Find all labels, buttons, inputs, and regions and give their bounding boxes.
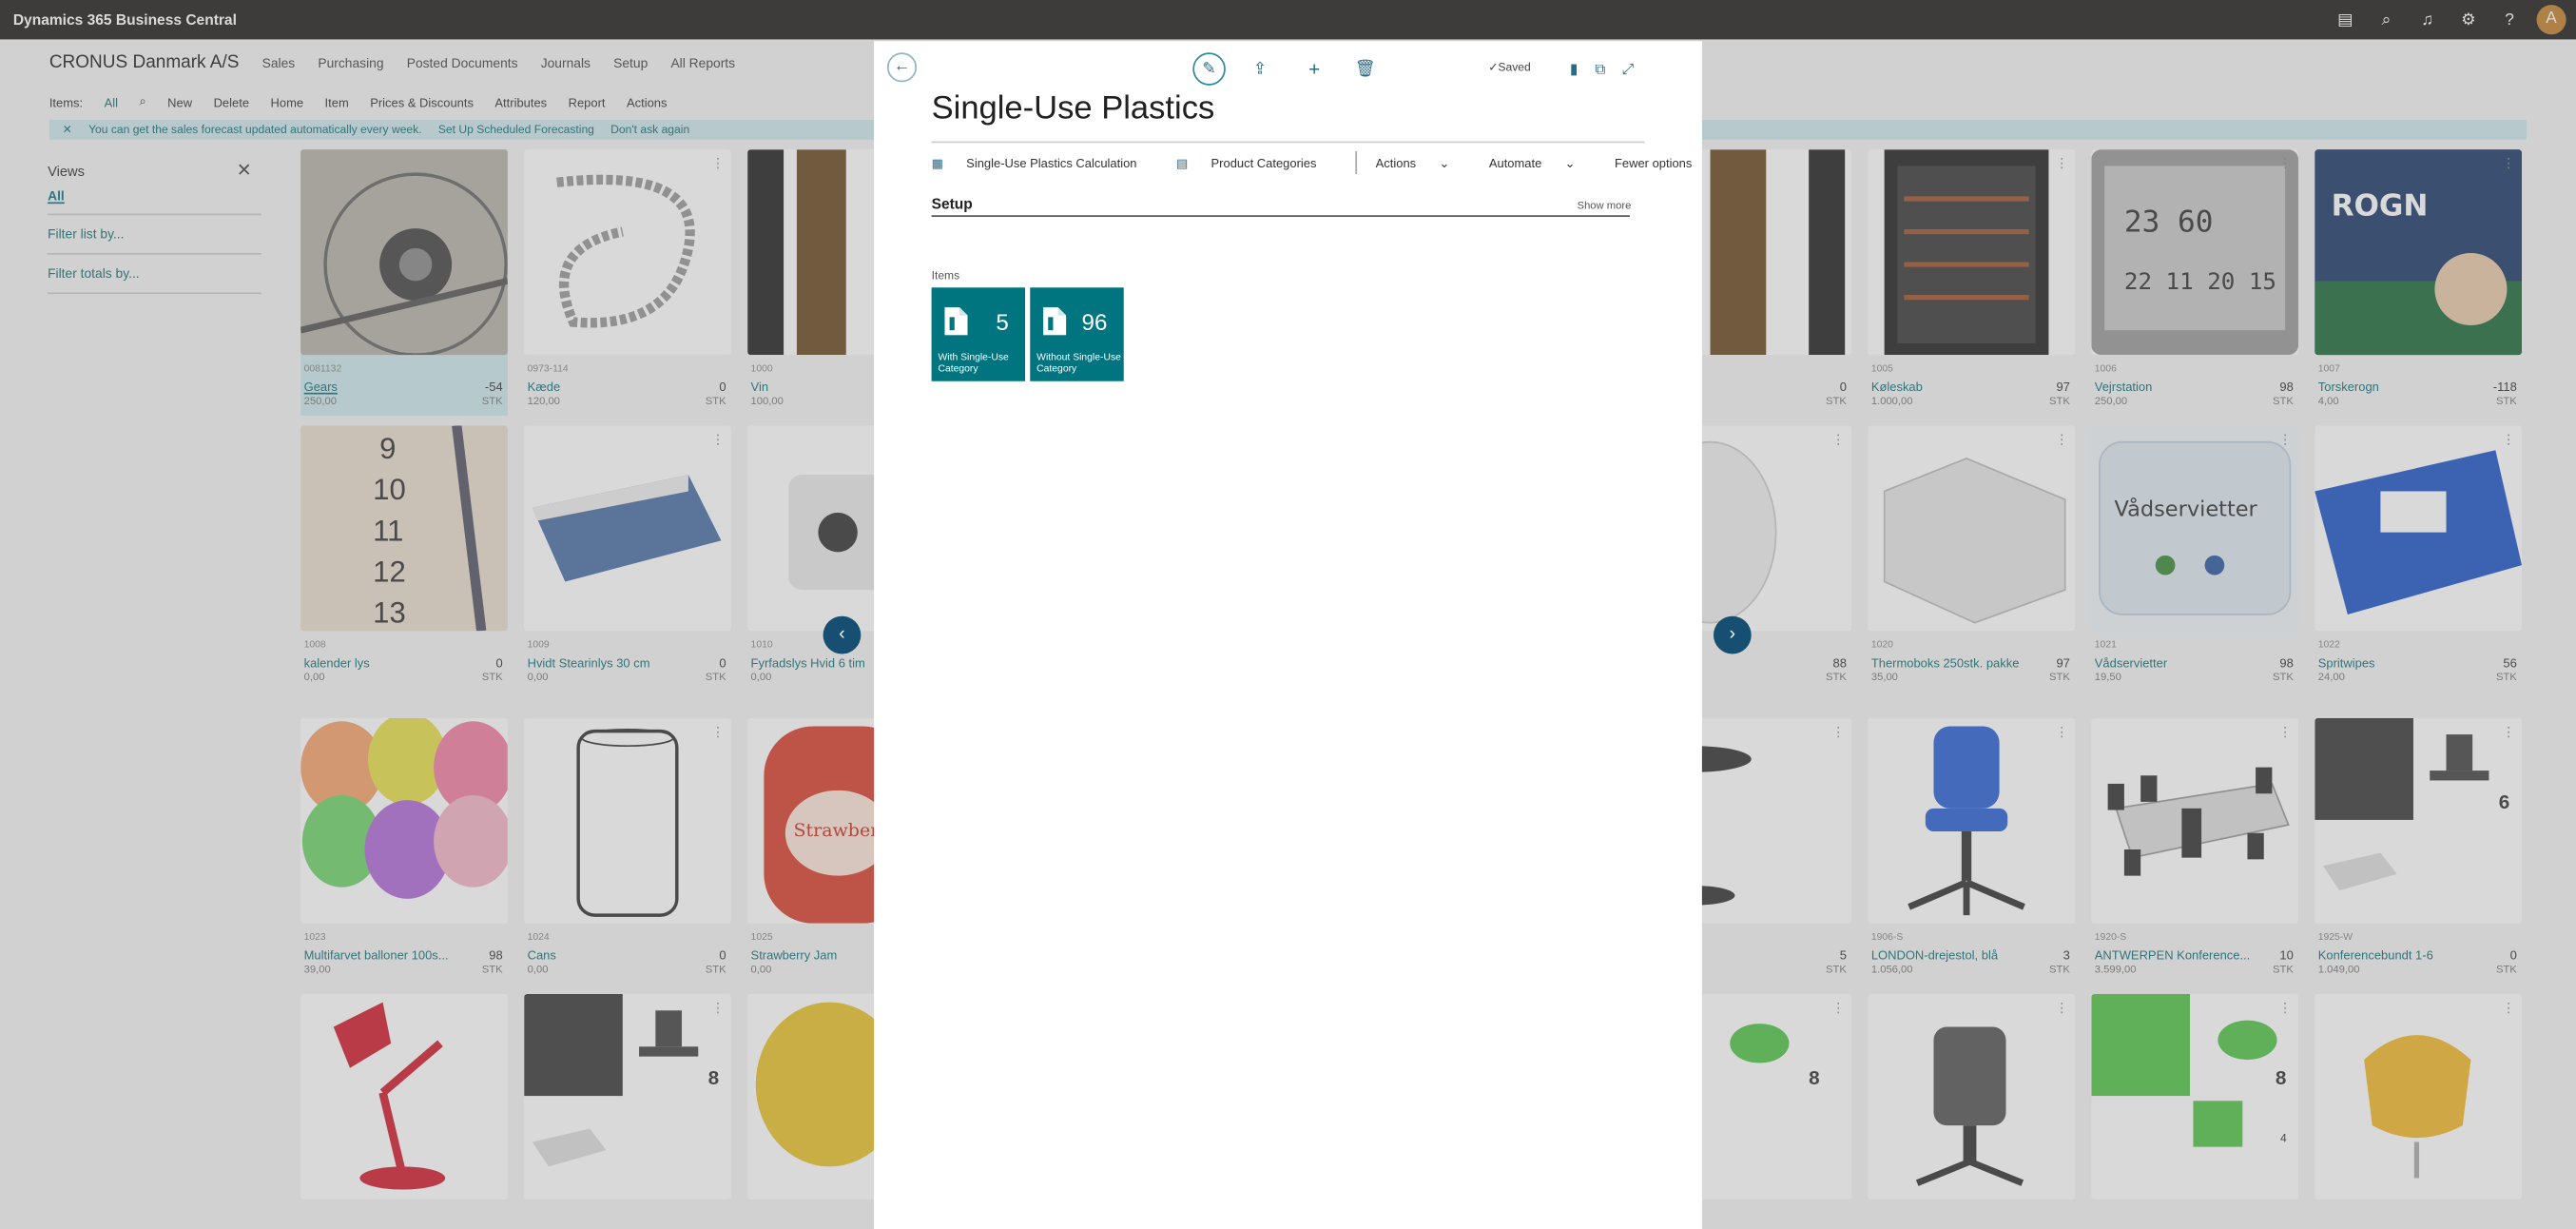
items-cue-group-label: Items [931, 270, 960, 283]
table-icon: ▤ [1175, 155, 1191, 170]
saved-label: Saved [1498, 62, 1531, 74]
page-title: Single-Use Plastics [931, 89, 1215, 127]
automate-label: Automate [1488, 155, 1542, 170]
next-record-button[interactable]: › [1713, 615, 1752, 654]
show-more-link[interactable]: Show more [1578, 201, 1632, 212]
screen: Dynamics 365 Business Central ▤ ⌕ ♫ ⚙ ? … [0, 0, 2576, 1229]
with-single-use-category-tile[interactable]: 5 With Single-Use Category [931, 287, 1026, 381]
calculator-icon: ▦ [931, 155, 947, 170]
expand-icon[interactable]: ⤢ [1618, 54, 1638, 84]
tile-value: 96 [1081, 308, 1108, 336]
actions-label: Actions [1375, 155, 1417, 170]
automate-menu[interactable]: Automate ⌄ [1489, 155, 1595, 170]
divider [1355, 150, 1358, 175]
calculation-action[interactable]: ▦ Single-Use Plastics Calculation [932, 155, 1157, 170]
document-icon [944, 306, 968, 336]
previous-record-button[interactable]: ‹ [823, 615, 862, 654]
edit-pencil-icon[interactable]: ✎ [1192, 52, 1226, 86]
fewer-options-link[interactable]: Fewer options [1615, 155, 1692, 170]
calculation-label: Single-Use Plastics Calculation [966, 155, 1137, 170]
add-icon[interactable]: + [1303, 54, 1326, 84]
open-new-window-icon[interactable]: ⧉ [1590, 54, 1610, 84]
document-icon [1043, 306, 1067, 336]
tile-label: Without Single-Use Category [1036, 353, 1121, 375]
section-header-setup[interactable]: Setup [932, 196, 973, 212]
back-arrow-icon[interactable]: ← [886, 52, 918, 83]
chevron-down-icon: ⌄ [1435, 155, 1450, 170]
bookmark-icon[interactable]: ▮ [1564, 54, 1584, 84]
chevron-down-icon: ⌄ [1561, 155, 1576, 170]
dialog-action-bar: ▦ Single-Use Plastics Calculation ▤ Prod… [932, 150, 1713, 175]
share-icon[interactable]: ⇪ [1249, 54, 1271, 84]
product-categories-label: Product Categories [1211, 155, 1317, 170]
delete-icon[interactable]: 🗑 [1354, 54, 1377, 84]
product-categories-action[interactable]: ▤ Product Categories [1176, 155, 1336, 170]
saved-status: ✓Saved [1488, 62, 1531, 74]
tile-value: 5 [996, 308, 1009, 336]
single-use-plastics-dialog: ← ✎ ⇪ + 🗑 ✓Saved ▮ ⧉ ⤢ Single-Use Plasti… [874, 41, 1702, 1229]
without-single-use-category-tile[interactable]: 96 Without Single-Use Category [1030, 287, 1124, 381]
divider [931, 215, 1630, 217]
actions-menu[interactable]: Actions ⌄ [1376, 155, 1469, 170]
tile-label: With Single-Use Category [938, 353, 1009, 375]
divider [931, 141, 1645, 144]
